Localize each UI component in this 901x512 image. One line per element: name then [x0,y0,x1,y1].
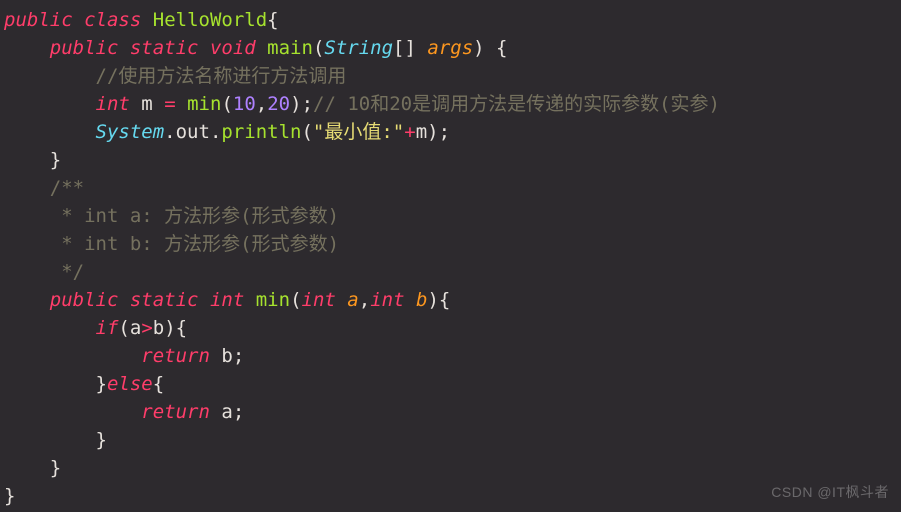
param-args: args [427,37,473,59]
keyword-class: class [84,9,141,31]
paren: ) [164,317,175,339]
dot: . [210,121,221,143]
identifier: a [221,401,232,423]
keyword-int: int [210,289,244,311]
brace: } [4,485,15,507]
code-line: */ [4,261,84,283]
code-line: } [4,485,15,507]
code-line: } [4,149,61,171]
keyword-public: public [50,289,119,311]
keyword-else: else [107,373,153,395]
identifier: m [141,93,152,115]
paren: ( [290,289,301,311]
comment: //使用方法名称进行方法调用 [96,65,347,87]
keyword-public: public [4,9,73,31]
param-a: a [347,289,358,311]
paren: ( [118,317,129,339]
comma: , [256,93,267,115]
brace: { [267,9,278,31]
brace: } [50,457,61,479]
paren: ( [221,93,232,115]
comment: // 10和20是调用方法是传递的实际参数(实参) [313,93,720,115]
identifier: b [153,317,164,339]
identifier: out [176,121,210,143]
brace: { [176,317,187,339]
code-line: public class HelloWorld{ [4,9,279,31]
identifier: b [221,345,232,367]
comma: , [359,289,370,311]
code-line: }else{ [4,373,164,395]
keyword-int: int [370,289,404,311]
javadoc-start: /** [50,177,84,199]
keyword-int: int [302,289,336,311]
param-b: b [416,289,427,311]
keyword-int: int [96,93,130,115]
operator-plus: + [404,121,415,143]
code-line: } [4,457,61,479]
semicolon: ; [233,345,244,367]
keyword-if: if [96,317,119,339]
code-block: public class HelloWorld{ public static v… [0,0,901,512]
brace: { [153,373,164,395]
operator-gt: > [141,317,152,339]
code-line: System.out.println("最小值:"+m); [4,121,450,143]
code-line: * int b: 方法形参(形式参数) [4,233,339,255]
keyword-return: return [141,401,210,423]
brace: } [96,373,107,395]
code-line: * int a: 方法形参(形式参数) [4,205,339,227]
keyword-static: static [130,37,199,59]
dot: . [164,121,175,143]
string-literal: "最小值:" [313,121,404,143]
keyword-public: public [50,37,119,59]
array-brackets: [] [393,37,416,59]
code-line: return b; [4,345,244,367]
paren: ) [290,93,301,115]
paren: ( [313,37,324,59]
javadoc-line: * int b: 方法形参(形式参数) [50,233,339,255]
type-string: String [324,37,393,59]
brace: } [96,429,107,451]
identifier: a [130,317,141,339]
javadoc-line: * int a: 方法形参(形式参数) [50,205,339,227]
operator-assign: = [164,93,175,115]
paren: ) [427,121,438,143]
code-line: } [4,429,107,451]
type-system: System [96,121,165,143]
code-line: if(a>b){ [4,317,187,339]
semicolon: ; [302,93,313,115]
class-name: HelloWorld [153,9,267,31]
code-line: public static int min(int a,int b){ [4,289,450,311]
code-line: /** [4,177,84,199]
semicolon: ; [233,401,244,423]
method-name: main [267,37,313,59]
paren: ) [427,289,438,311]
number-literal: 20 [267,93,290,115]
method-call: println [221,121,301,143]
code-line: //使用方法名称进行方法调用 [4,65,346,87]
code-line: return a; [4,401,244,423]
method-name: min [256,289,290,311]
keyword-static: static [130,289,199,311]
keyword-return: return [141,345,210,367]
method-call: min [187,93,221,115]
code-line: int m = min(10,20);// 10和20是调用方法是传递的实际参数… [4,93,720,115]
number-literal: 10 [233,93,256,115]
keyword-void: void [210,37,256,59]
semicolon: ; [439,121,450,143]
brace: { [439,289,450,311]
code-line: public static void main(String[] args) { [4,37,508,59]
brace: { [496,37,507,59]
javadoc-end: */ [50,261,84,283]
brace: } [50,149,61,171]
paren: ( [301,121,312,143]
identifier: m [416,121,427,143]
paren: ) [473,37,484,59]
